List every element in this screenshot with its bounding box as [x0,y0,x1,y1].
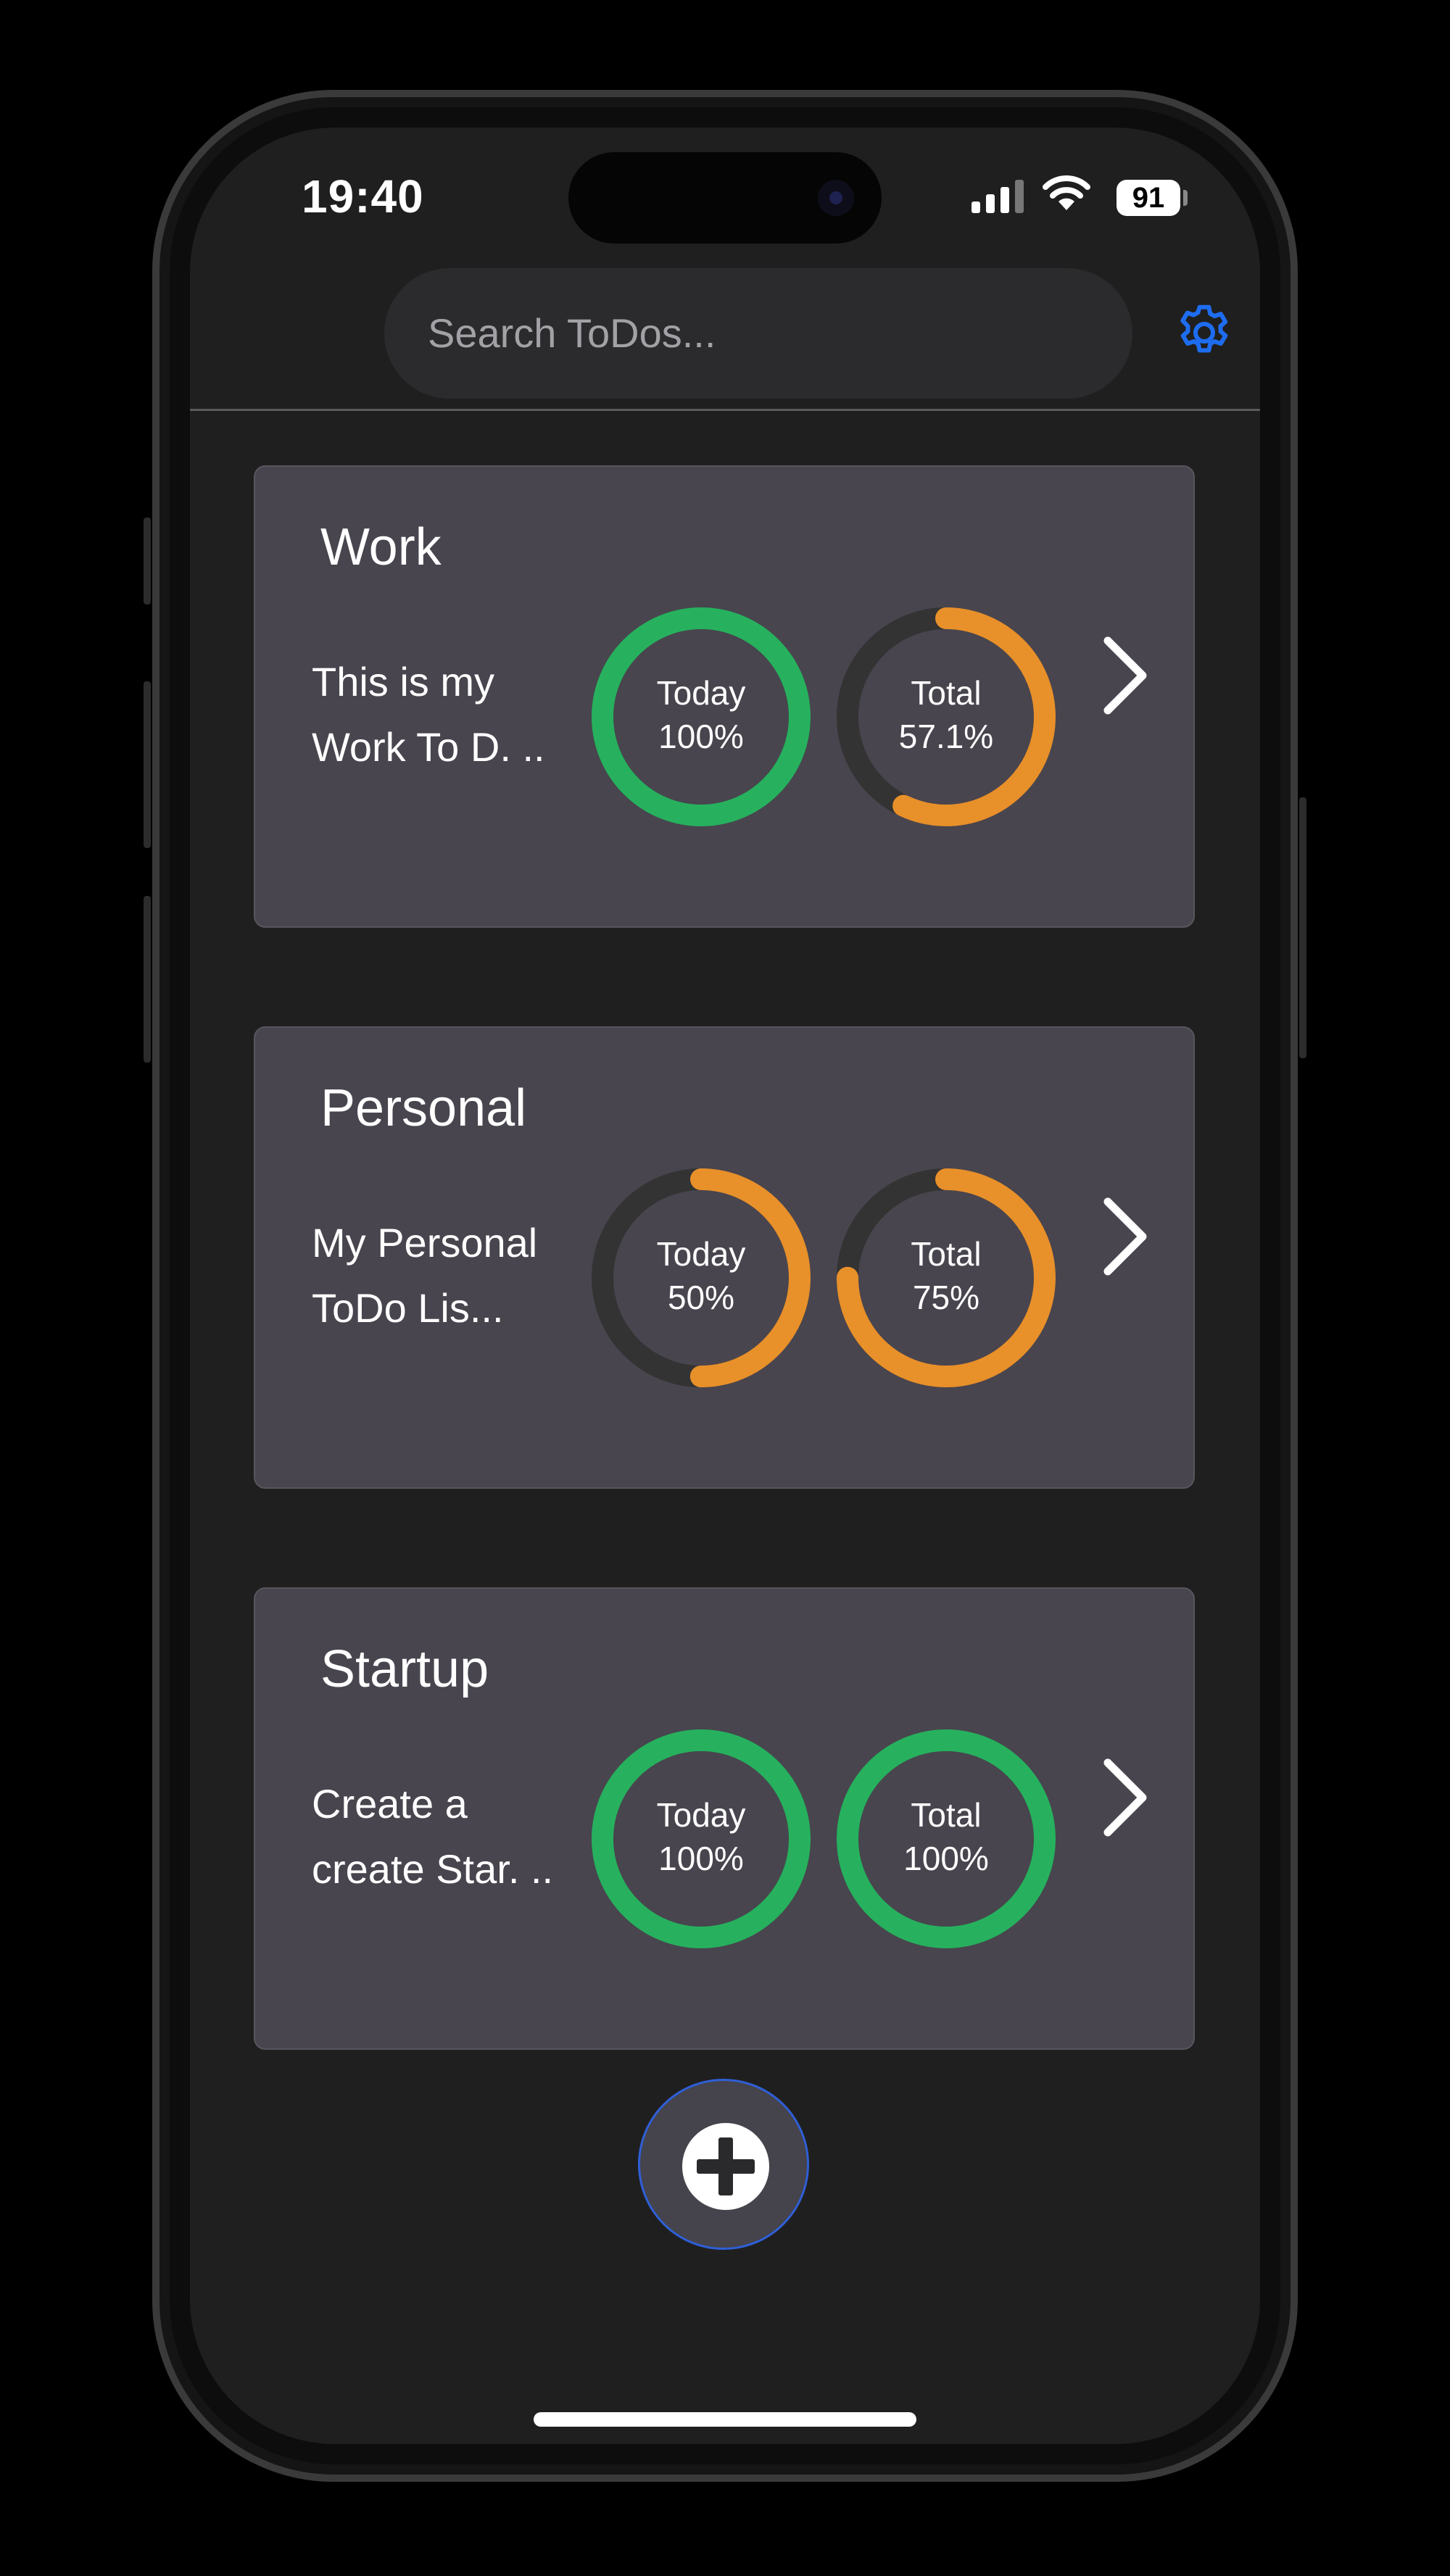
list-title: Startup [320,1640,489,1698]
battery-icon: 91 [1116,180,1180,216]
volume-up-button [144,681,151,848]
ring-label: Today [656,674,746,712]
add-list-button[interactable] [638,2079,809,2250]
dynamic-island [568,152,882,244]
list-description: Create a create Star. .. [312,1781,554,1892]
ring-value: 75% [912,1279,980,1316]
today-progress-ring: Today 100% [589,604,813,829]
total-progress-ring: Total 57.1% [834,604,1058,829]
list-title: Personal [320,1079,527,1137]
ring-label: Today [656,1796,746,1834]
list-description: My Personal ToDo Lis... [312,1220,538,1331]
ring-label: Today [656,1235,746,1273]
action-button [144,518,151,604]
chevron-right-icon[interactable] [1096,1754,1154,1841]
list-card-work[interactable]: Work This is my Work To D. .. Today 100% … [254,465,1195,928]
header-divider [190,409,1260,411]
gear-icon[interactable] [1172,300,1237,365]
app-screen: 19:40 91 Search ToDos... Work This is my… [190,128,1260,2444]
ring-value: 57.1% [898,718,994,755]
front-camera [818,180,854,216]
list-card-startup[interactable]: Startup Create a create Star. .. Today 10… [254,1587,1195,2050]
list-title: Work [320,518,442,576]
chevron-right-icon[interactable] [1096,632,1154,719]
power-button [1299,797,1306,1058]
status-time: 19:40 [302,170,424,223]
ring-value: 50% [667,1279,735,1316]
chevron-right-icon[interactable] [1096,1193,1154,1280]
search-input[interactable]: Search ToDos... [384,268,1132,399]
today-progress-ring: Today 50% [589,1166,813,1390]
ring-value: 100% [658,718,744,755]
volume-down-button [144,896,151,1063]
cellular-signal-icon [972,178,1025,213]
list-card-personal[interactable]: Personal My Personal ToDo Lis... Today 50… [254,1026,1195,1489]
ring-value: 100% [903,1840,989,1877]
today-progress-ring: Today 100% [589,1727,813,1951]
ring-label: Total [911,1235,982,1273]
wifi-icon [1043,175,1090,210]
home-indicator[interactable] [534,2412,916,2427]
ring-label: Total [911,1796,982,1834]
ring-label: Total [911,674,982,712]
total-progress-ring: Total 100% [834,1727,1058,1951]
list-description: This is my Work To D. .. [312,659,545,770]
ring-value: 100% [658,1840,744,1877]
battery-tip [1183,190,1188,206]
total-progress-ring: Total 75% [834,1166,1058,1390]
plus-circle-icon [682,2123,769,2210]
